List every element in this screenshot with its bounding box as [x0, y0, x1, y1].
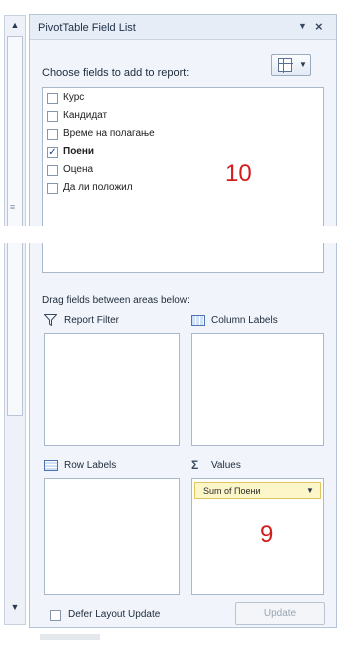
field-label: Да ли положил	[63, 182, 133, 193]
sigma-icon: Σ	[191, 458, 199, 472]
choose-fields-label: Choose fields to add to report:	[42, 67, 190, 79]
values-chip-label: Sum of Поени	[203, 486, 261, 496]
field-label: Оцена	[63, 164, 94, 175]
update-button[interactable]: Update	[235, 602, 325, 625]
drag-fields-label: Drag fields between areas below:	[42, 295, 190, 306]
annotation-number: 10	[225, 160, 252, 187]
scrollbar-grip-icon: ≡	[9, 202, 16, 212]
values-field-chip[interactable]: Sum of Поени ▼	[194, 482, 321, 499]
field-checkbox[interactable]	[47, 129, 58, 140]
values-label: Values	[211, 460, 241, 471]
defer-layout-label: Defer Layout Update	[68, 609, 161, 620]
column-labels-drop-area[interactable]	[191, 333, 324, 446]
annotation-number: 9	[260, 521, 274, 548]
field-checkbox[interactable]	[47, 111, 58, 122]
column-grid-icon	[191, 315, 205, 326]
chevron-down-icon: ▼	[299, 60, 307, 69]
field-checkbox-checked[interactable]: ✓	[47, 147, 58, 158]
pane-title: PivotTable Field List	[38, 22, 136, 34]
report-filter-drop-area[interactable]	[44, 333, 180, 446]
row-grid-icon	[44, 460, 58, 471]
field-checkbox[interactable]	[47, 93, 58, 104]
field-checkbox[interactable]	[47, 165, 58, 176]
chevron-down-icon[interactable]: ▼	[306, 486, 314, 495]
field-label: Курс	[63, 92, 85, 103]
field-label: Кандидат	[63, 110, 108, 121]
close-icon[interactable]: ×	[315, 19, 323, 34]
field-list-layout-icon	[278, 58, 293, 73]
filter-funnel-icon	[43, 314, 58, 329]
field-label: Време на полагање	[63, 128, 155, 139]
scroll-up-icon[interactable]: ▲	[5, 18, 25, 32]
field-label: Поени	[63, 146, 95, 157]
field-checkbox[interactable]	[47, 183, 58, 194]
pivot-field-list-pane: PivotTable Field List ▼ × Choose fields …	[29, 14, 337, 628]
pane-title-bar[interactable]: PivotTable Field List ▼ ×	[30, 15, 336, 40]
values-drop-area[interactable]: Sum of Поени ▼ 9	[191, 478, 324, 595]
scroll-down-icon[interactable]: ▼	[5, 600, 25, 614]
vertical-scrollbar[interactable]: ▲ ≡ ▼	[4, 15, 26, 625]
column-labels-label: Column Labels	[211, 315, 278, 326]
row-labels-label: Row Labels	[64, 460, 117, 471]
bottom-artifact	[40, 634, 100, 640]
screenshot-gap	[0, 226, 352, 243]
field-layout-button[interactable]: ▼	[271, 54, 311, 76]
defer-layout-checkbox[interactable]	[50, 610, 61, 621]
field-list-box: Курс Кандидат Време на полагање ✓ Поени …	[42, 87, 324, 273]
pane-menu-arrow-icon[interactable]: ▼	[298, 21, 307, 31]
row-labels-drop-area[interactable]	[44, 478, 180, 595]
report-filter-label: Report Filter	[64, 315, 120, 326]
